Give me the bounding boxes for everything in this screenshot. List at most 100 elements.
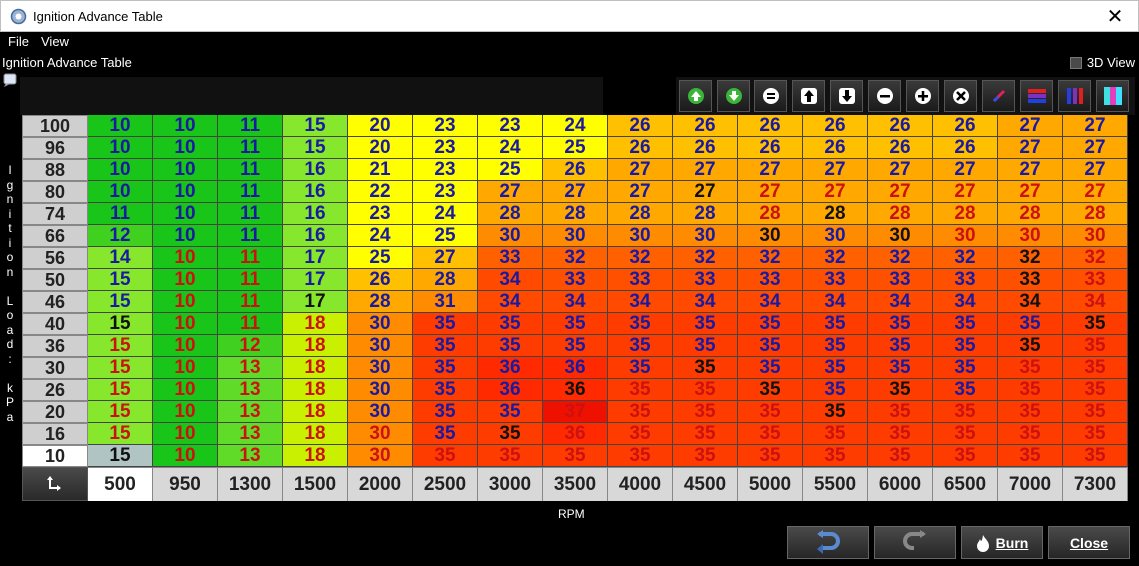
table-cell[interactable]: 36 <box>543 379 608 401</box>
table-cell[interactable]: 35 <box>1063 379 1128 401</box>
table-cell[interactable]: 17 <box>283 291 348 313</box>
table-cell[interactable]: 35 <box>803 401 868 423</box>
table-cell[interactable]: 33 <box>1063 269 1128 291</box>
table-cell[interactable]: 26 <box>673 137 738 159</box>
table-cell[interactable]: 28 <box>803 203 868 225</box>
rpm-bin-cell[interactable]: 5500 <box>803 467 868 501</box>
table-cell[interactable]: 30 <box>348 379 413 401</box>
menu-view[interactable]: View <box>41 34 69 49</box>
table-cell[interactable]: 28 <box>608 203 673 225</box>
table-cell[interactable]: 27 <box>868 159 933 181</box>
table-cell[interactable]: 10 <box>153 225 218 247</box>
window-close-button[interactable]: ✕ <box>1092 1 1138 32</box>
table-cell[interactable]: 35 <box>1063 423 1128 445</box>
table-cell[interactable]: 28 <box>1063 203 1128 225</box>
table-cell[interactable]: 35 <box>803 423 868 445</box>
table-cell[interactable]: 26 <box>608 115 673 137</box>
table-cell[interactable]: 27 <box>738 159 803 181</box>
decrement-down-icon[interactable] <box>830 80 863 112</box>
rpm-bin-cell[interactable]: 4500 <box>673 467 738 501</box>
table-cell[interactable]: 10 <box>153 357 218 379</box>
vertical-interpolate-icon[interactable] <box>1058 80 1091 112</box>
table-cell[interactable]: 27 <box>933 159 998 181</box>
table-cell[interactable]: 24 <box>413 203 478 225</box>
burn-button[interactable]: Burn <box>961 526 1043 559</box>
table-cell[interactable]: 27 <box>738 181 803 203</box>
table-cell[interactable]: 34 <box>673 291 738 313</box>
table-cell[interactable]: 27 <box>608 181 673 203</box>
table-cell[interactable]: 33 <box>803 269 868 291</box>
table-cell[interactable]: 34 <box>803 291 868 313</box>
table-cell[interactable]: 26 <box>868 137 933 159</box>
table-cell[interactable]: 27 <box>673 181 738 203</box>
table-cell[interactable]: 30 <box>738 225 803 247</box>
load-bin-cell[interactable]: 96 <box>22 137 88 159</box>
table-cell[interactable]: 35 <box>608 401 673 423</box>
table-cell[interactable]: 30 <box>1063 225 1128 247</box>
table-cell[interactable]: 26 <box>348 269 413 291</box>
table-cell[interactable]: 25 <box>413 225 478 247</box>
load-bin-cell[interactable]: 66 <box>22 225 88 247</box>
table-cell[interactable]: 10 <box>153 291 218 313</box>
table-cell[interactable]: 31 <box>413 291 478 313</box>
table-cell[interactable]: 23 <box>413 137 478 159</box>
table-cell[interactable]: 34 <box>608 291 673 313</box>
view-3d-toggle[interactable]: 3D View <box>1069 55 1135 70</box>
table-cell[interactable]: 30 <box>868 225 933 247</box>
table-cell[interactable]: 35 <box>998 423 1063 445</box>
table-cell[interactable]: 13 <box>218 423 283 445</box>
table-cell[interactable]: 26 <box>673 115 738 137</box>
table-cell[interactable]: 35 <box>1063 357 1128 379</box>
table-cell[interactable]: 35 <box>933 401 998 423</box>
table-cell[interactable]: 15 <box>283 115 348 137</box>
load-bin-cell[interactable]: 88 <box>22 159 88 181</box>
table-cell[interactable]: 35 <box>413 401 478 423</box>
table-cell[interactable]: 13 <box>218 445 283 467</box>
table-cell[interactable]: 35 <box>738 445 803 467</box>
table-cell[interactable]: 11 <box>218 225 283 247</box>
table-cell[interactable]: 11 <box>218 115 283 137</box>
table-cell[interactable]: 18 <box>283 401 348 423</box>
table-cell[interactable]: 28 <box>348 291 413 313</box>
table-cell[interactable]: 10 <box>153 181 218 203</box>
table-cell[interactable]: 35 <box>478 401 543 423</box>
table-cell[interactable]: 27 <box>543 181 608 203</box>
load-bin-cell[interactable]: 30 <box>22 357 88 379</box>
table-cell[interactable]: 36 <box>478 357 543 379</box>
table-cell[interactable]: 34 <box>1063 291 1128 313</box>
table-cell[interactable]: 32 <box>543 247 608 269</box>
table-cell[interactable]: 35 <box>608 423 673 445</box>
table-cell[interactable]: 35 <box>868 335 933 357</box>
table-cell[interactable]: 35 <box>608 445 673 467</box>
menu-file[interactable]: File <box>8 34 29 49</box>
table-cell[interactable]: 18 <box>283 313 348 335</box>
table-cell[interactable]: 35 <box>738 313 803 335</box>
table-cell[interactable]: 18 <box>283 423 348 445</box>
table-cell[interactable]: 36 <box>478 379 543 401</box>
table-cell[interactable]: 35 <box>868 423 933 445</box>
table-cell[interactable]: 13 <box>218 401 283 423</box>
table-cell[interactable]: 28 <box>933 203 998 225</box>
table-cell[interactable]: 33 <box>478 247 543 269</box>
close-button[interactable]: Close <box>1048 526 1130 559</box>
table-cell[interactable]: 10 <box>88 159 153 181</box>
table-cell[interactable]: 34 <box>543 291 608 313</box>
table-cell[interactable]: 11 <box>218 137 283 159</box>
table-cell[interactable]: 33 <box>868 269 933 291</box>
table-cell[interactable]: 35 <box>998 335 1063 357</box>
table-cell[interactable]: 10 <box>153 137 218 159</box>
table-cell[interactable]: 27 <box>673 159 738 181</box>
green-up-arrow-icon[interactable] <box>679 80 712 112</box>
table-cell[interactable]: 35 <box>413 335 478 357</box>
table-cell[interactable]: 26 <box>868 115 933 137</box>
table-cell[interactable]: 35 <box>478 313 543 335</box>
table-cell[interactable]: 27 <box>413 247 478 269</box>
table-cell[interactable]: 33 <box>543 269 608 291</box>
table-cell[interactable]: 35 <box>673 335 738 357</box>
table-cell[interactable]: 23 <box>478 115 543 137</box>
table-cell[interactable]: 27 <box>998 115 1063 137</box>
table-cell[interactable]: 30 <box>348 335 413 357</box>
table-cell[interactable]: 30 <box>348 423 413 445</box>
horizontal-interpolate-icon[interactable] <box>1020 80 1053 112</box>
plus-icon[interactable] <box>906 80 939 112</box>
